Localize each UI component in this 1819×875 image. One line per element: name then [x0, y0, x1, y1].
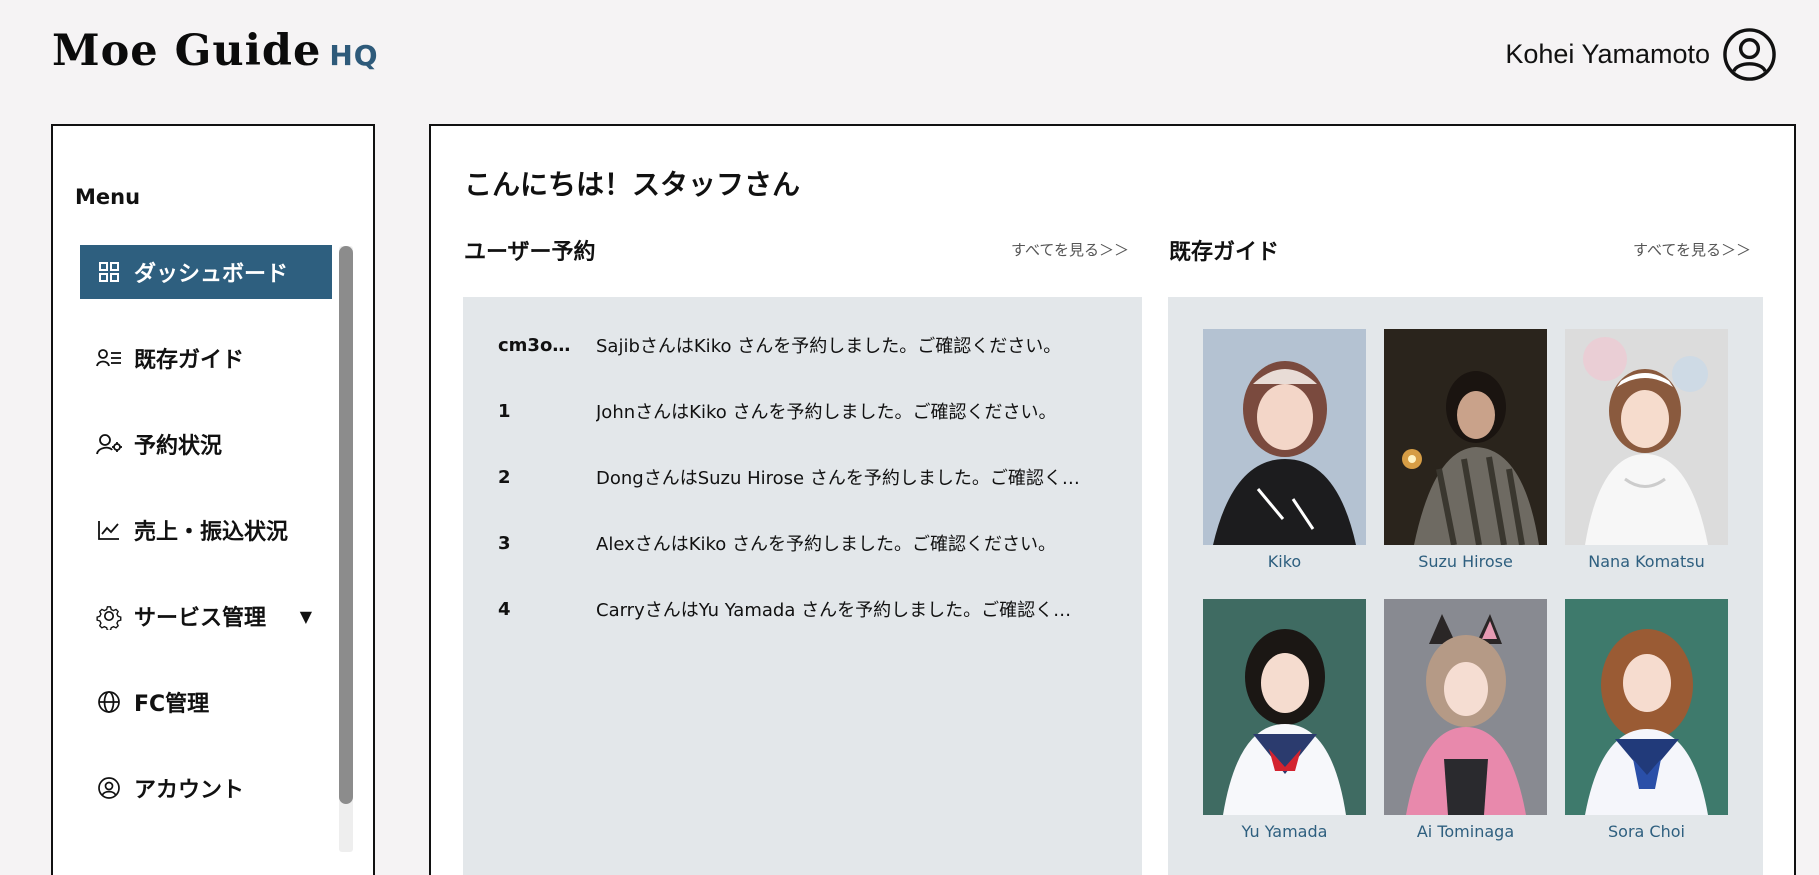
guide-photo: [1565, 329, 1728, 545]
guide-card[interactable]: Ai Tominaga: [1384, 599, 1547, 841]
sidebar-item-label: 売上・振込状況: [134, 520, 289, 545]
reservation-message: SajibさんはKiko さんを予約しました。ご確認ください。: [596, 336, 1062, 357]
sidebar-item-sales[interactable]: 売上・振込状況: [80, 503, 332, 557]
reservation-id: 2: [498, 466, 511, 488]
sidebar-item-label: ダッシュボード: [134, 262, 289, 287]
guide-card[interactable]: Suzu Hirose: [1384, 329, 1547, 571]
user-avatar-icon[interactable]: [1722, 27, 1777, 82]
reservation-message: AlexさんはKiko さんを予約しました。ご確認ください。: [596, 534, 1057, 555]
globe-icon: [96, 689, 122, 715]
logo-text: Moe Guide: [52, 26, 322, 76]
logo-hq: HQ: [329, 39, 379, 72]
guide-name: Yu Yamada: [1241, 822, 1328, 841]
user-circle-icon: [96, 775, 122, 801]
user-name: Kohei Yamamoto: [1505, 39, 1710, 69]
reservations-title: ユーザー予約: [464, 240, 596, 265]
reservations-list: cm3o… SajibさんはKiko さんを予約しました。ご確認ください。 1 …: [463, 297, 1142, 875]
sidebar-item-label: アカウント: [134, 778, 245, 803]
sidebar-scrollbar[interactable]: [339, 246, 353, 852]
sidebar-item-guides[interactable]: 既存ガイド: [80, 331, 332, 385]
reservation-id: cm3o…: [498, 334, 571, 356]
user-list-icon: [96, 345, 122, 371]
app-logo[interactable]: Moe Guide HQ: [52, 26, 379, 76]
guide-card[interactable]: Sora Choi: [1565, 599, 1728, 841]
sidebar-item-reservations[interactable]: 予約状況: [80, 417, 332, 471]
sidebar: Menu ダッシュボード 既存ガイド 予約状況 売上・振込状況 サービス管理 ▼…: [51, 124, 375, 875]
reservation-message: CarryさんはYu Yamada さんを予約しました。ご確認く…: [596, 600, 1072, 621]
guide-card[interactable]: Nana Komatsu: [1565, 329, 1728, 571]
sidebar-item-label: 予約状況: [134, 434, 223, 459]
guide-name: Kiko: [1267, 552, 1302, 571]
reservation-id: 1: [498, 400, 511, 422]
sidebar-item-label: サービス管理: [134, 606, 267, 631]
guides-see-all-link[interactable]: すべてを見る＞＞: [1633, 239, 1751, 260]
guide-photo: [1203, 329, 1366, 545]
list-item[interactable]: 2 DongさんはSuzu Hirose さんを予約しました。ご確認く…: [498, 465, 1096, 490]
guides-grid: Kiko Suzu Hirose Nana Komatsu Yu Yamada …: [1168, 297, 1763, 875]
sidebar-item-label: FC管理: [134, 692, 210, 717]
reservation-message: JohnさんはKiko さんを予約しました。ご確認ください。: [596, 402, 1057, 423]
guide-name: Suzu Hirose: [1418, 552, 1513, 571]
main-panel: こんにちは！スタッフさん ユーザー予約 すべてを見る＞＞ 既存ガイド すべてを見…: [429, 124, 1796, 875]
reservation-id: 3: [498, 532, 511, 554]
guides-title: 既存ガイド: [1169, 240, 1280, 265]
guide-name: Ai Tominaga: [1416, 822, 1515, 841]
menu-list: ダッシュボード 既存ガイド 予約状況 売上・振込状況 サービス管理 ▼ FC管理…: [80, 245, 332, 847]
guide-name: Nana Komatsu: [1588, 552, 1705, 571]
list-item[interactable]: 4 CarryさんはYu Yamada さんを予約しました。ご確認く…: [498, 597, 1096, 622]
sidebar-item-account[interactable]: アカウント: [80, 761, 332, 815]
guide-photo: [1384, 329, 1547, 545]
caret-down-icon[interactable]: ▼: [300, 607, 312, 626]
sidebar-item-label: 既存ガイド: [134, 348, 245, 373]
page-title: こんにちは！スタッフさん: [464, 168, 801, 201]
list-item[interactable]: cm3o… SajibさんはKiko さんを予約しました。ご確認ください。: [498, 333, 1096, 358]
user-gear-icon: [96, 431, 122, 457]
menu-title: Menu: [75, 185, 141, 209]
user-menu[interactable]: Kohei Yamamoto: [1505, 27, 1777, 82]
grid-icon: [96, 259, 122, 285]
gear-icon: [96, 603, 122, 630]
trend-chart-icon: [96, 517, 122, 543]
guide-photo: [1203, 599, 1366, 815]
sidebar-scroll-thumb[interactable]: [339, 246, 353, 804]
guide-name: Sora Choi: [1608, 822, 1685, 841]
sidebar-item-dashboard[interactable]: ダッシュボード: [80, 245, 332, 299]
sidebar-item-fc[interactable]: FC管理: [80, 675, 332, 729]
guide-photo: [1384, 599, 1547, 815]
list-item[interactable]: 3 AlexさんはKiko さんを予約しました。ご確認ください。: [498, 531, 1096, 556]
sidebar-item-service[interactable]: サービス管理 ▼: [80, 589, 332, 643]
list-item[interactable]: 1 JohnさんはKiko さんを予約しました。ご確認ください。: [498, 399, 1096, 424]
guide-card[interactable]: Kiko: [1203, 329, 1366, 571]
reservation-message: DongさんはSuzu Hirose さんを予約しました。ご確認く…: [596, 468, 1080, 489]
guide-card[interactable]: Yu Yamada: [1203, 599, 1366, 841]
reservation-id: 4: [498, 598, 511, 620]
reservations-see-all-link[interactable]: すべてを見る＞＞: [1011, 239, 1129, 260]
guide-photo: [1565, 599, 1728, 815]
